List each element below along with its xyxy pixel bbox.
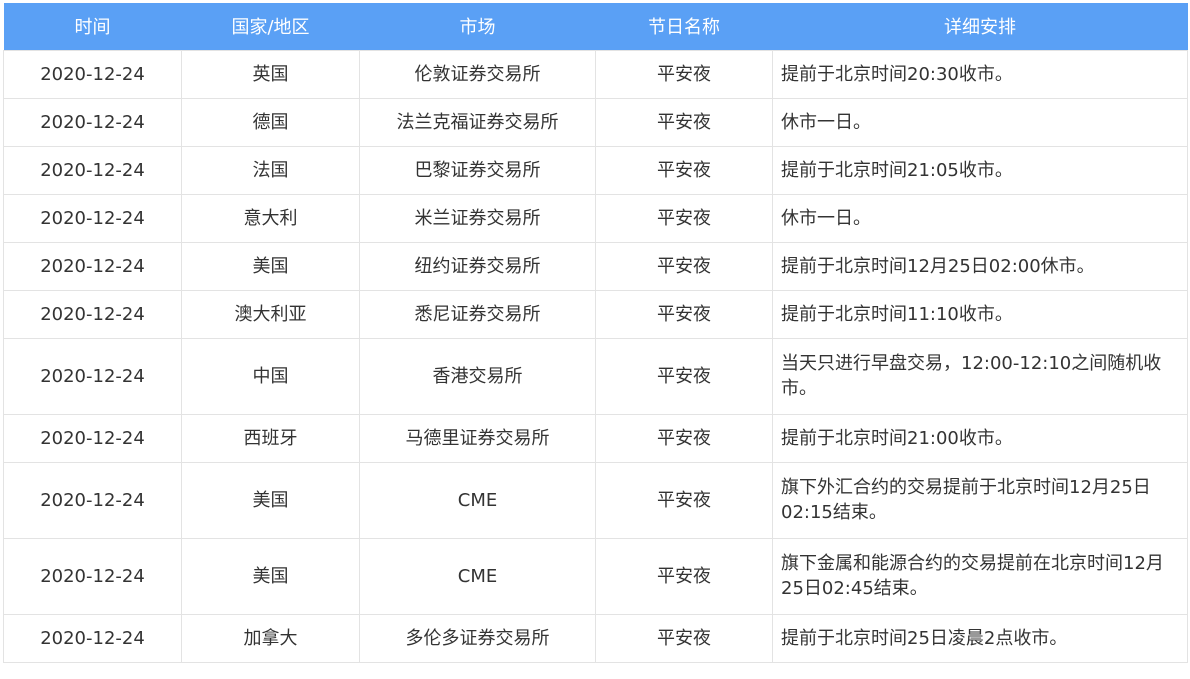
cell-holiday: 平安夜 [595, 97, 773, 147]
cell-market: CME [359, 537, 596, 615]
cell-country: 加拿大 [181, 613, 360, 663]
cell-market: 米兰证券交易所 [359, 193, 596, 243]
table-row: 2020-12-24 英国 伦敦证券交易所 平安夜 提前于北京时间20:30收市… [3, 49, 1188, 99]
cell-detail: 提前于北京时间21:05收市。 [772, 145, 1188, 195]
header-holiday: 节日名称 [648, 17, 720, 39]
table-row: 2020-12-24 法国 巴黎证券交易所 平安夜 提前于北京时间21:05收市… [3, 145, 1188, 195]
cell-date: 2020-12-24 [3, 145, 182, 195]
table-header: 时间 国家/地区 市场 节日名称 详细安排 [3, 3, 1188, 50]
cell-country: 西班牙 [181, 413, 360, 463]
table-body: 2020-12-24 英国 伦敦证券交易所 平安夜 提前于北京时间20:30收市… [3, 49, 1188, 663]
cell-country: 德国 [181, 97, 360, 147]
cell-market: 纽约证券交易所 [359, 241, 596, 291]
cell-market: 法兰克福证券交易所 [359, 97, 596, 147]
cell-holiday: 平安夜 [595, 145, 773, 195]
cell-holiday: 平安夜 [595, 241, 773, 291]
cell-date: 2020-12-24 [3, 49, 182, 99]
cell-market: 悉尼证券交易所 [359, 289, 596, 339]
table-row: 2020-12-24 美国 CME 平安夜 旗下金属和能源合约的交易提前在北京时… [3, 537, 1188, 615]
cell-date: 2020-12-24 [3, 613, 182, 663]
cell-detail: 当天只进行早盘交易，12:00-12:10之间随机收市。 [772, 337, 1188, 415]
header-row: 时间 国家/地区 市场 节日名称 详细安排 [3, 3, 1188, 50]
cell-country: 法国 [181, 145, 360, 195]
table-row: 2020-12-24 加拿大 多伦多证券交易所 平安夜 提前于北京时间25日凌晨… [3, 613, 1188, 663]
cell-detail: 提前于北京时间12月25日02:00休市。 [772, 241, 1188, 291]
cell-holiday: 平安夜 [595, 49, 773, 99]
cell-holiday: 平安夜 [595, 289, 773, 339]
header-market: 市场 [459, 17, 496, 39]
cell-holiday: 平安夜 [595, 413, 773, 463]
cell-date: 2020-12-24 [3, 537, 182, 615]
cell-country: 美国 [181, 241, 360, 291]
table-row: 2020-12-24 西班牙 马德里证券交易所 平安夜 提前于北京时间21:00… [3, 413, 1188, 463]
table-row: 2020-12-24 美国 纽约证券交易所 平安夜 提前于北京时间12月25日0… [3, 241, 1188, 291]
cell-date: 2020-12-24 [3, 289, 182, 339]
cell-detail: 休市一日。 [772, 97, 1188, 147]
cell-detail: 休市一日。 [772, 193, 1188, 243]
table-row: 2020-12-24 澳大利亚 悉尼证券交易所 平安夜 提前于北京时间11:10… [3, 289, 1188, 339]
cell-market: 马德里证券交易所 [359, 413, 596, 463]
header-country: 国家/地区 [231, 17, 310, 39]
cell-market: 伦敦证券交易所 [359, 49, 596, 99]
cell-holiday: 平安夜 [595, 193, 773, 243]
table-row: 2020-12-24 意大利 米兰证券交易所 平安夜 休市一日。 [3, 193, 1188, 243]
cell-holiday: 平安夜 [595, 337, 773, 415]
table-row: 2020-12-24 美国 CME 平安夜 旗下外汇合约的交易提前于北京时间12… [3, 461, 1188, 539]
cell-holiday: 平安夜 [595, 537, 773, 615]
cell-date: 2020-12-24 [3, 413, 182, 463]
cell-date: 2020-12-24 [3, 337, 182, 415]
cell-country: 美国 [181, 537, 360, 615]
cell-market: 巴黎证券交易所 [359, 145, 596, 195]
cell-holiday: 平安夜 [595, 613, 773, 663]
cell-detail: 提前于北京时间11:10收市。 [772, 289, 1188, 339]
cell-country: 中国 [181, 337, 360, 415]
cell-country: 澳大利亚 [181, 289, 360, 339]
table-row: 2020-12-24 德国 法兰克福证券交易所 平安夜 休市一日。 [3, 97, 1188, 147]
cell-date: 2020-12-24 [3, 193, 182, 243]
cell-detail: 旗下金属和能源合约的交易提前在北京时间12月25日02:45结束。 [772, 537, 1188, 615]
table-row: 2020-12-24 中国 香港交易所 平安夜 当天只进行早盘交易，12:00-… [3, 337, 1188, 415]
cell-date: 2020-12-24 [3, 241, 182, 291]
cell-date: 2020-12-24 [3, 97, 182, 147]
cell-market: 多伦多证券交易所 [359, 613, 596, 663]
cell-detail: 提前于北京时间25日凌晨2点收市。 [772, 613, 1188, 663]
holiday-schedule-table: 时间 国家/地区 市场 节日名称 详细安排 2020-12-24 英国 伦敦证券… [3, 3, 1188, 663]
cell-detail: 提前于北京时间20:30收市。 [772, 49, 1188, 99]
header-detail: 详细安排 [944, 17, 1016, 39]
cell-detail: 旗下外汇合约的交易提前于北京时间12月25日02:15结束。 [772, 461, 1188, 539]
cell-country: 意大利 [181, 193, 360, 243]
cell-date: 2020-12-24 [3, 461, 182, 539]
cell-country: 美国 [181, 461, 360, 539]
header-date: 时间 [74, 17, 111, 39]
cell-holiday: 平安夜 [595, 461, 773, 539]
cell-market: 香港交易所 [359, 337, 596, 415]
cell-market: CME [359, 461, 596, 539]
cell-country: 英国 [181, 49, 360, 99]
cell-detail: 提前于北京时间21:00收市。 [772, 413, 1188, 463]
